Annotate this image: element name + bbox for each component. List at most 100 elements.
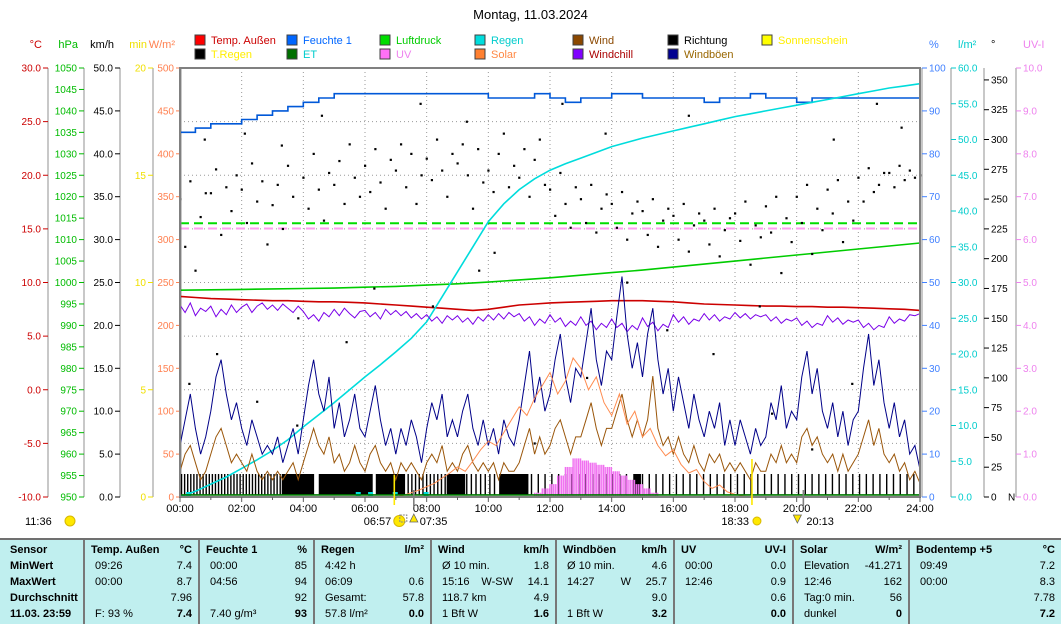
stats-col-title: Feuchte 1 bbox=[206, 544, 257, 556]
wind-direction-dot bbox=[688, 115, 690, 117]
stats-cell-value: 0 bbox=[896, 608, 902, 620]
wind-direction-dot bbox=[313, 153, 315, 155]
wind-direction-dot bbox=[631, 212, 633, 214]
stats-cell-value: -41.271 bbox=[865, 560, 902, 572]
axis-tick-label: 1040 bbox=[55, 106, 78, 117]
stats-cell-label: 1 Bft W bbox=[438, 608, 478, 620]
wind-direction-dot bbox=[230, 210, 232, 212]
wind-direction-dot bbox=[544, 184, 546, 186]
wind-direction-dot bbox=[266, 243, 268, 245]
stats-cell-label: dunkel bbox=[800, 608, 836, 620]
wind-direction-dot bbox=[771, 413, 773, 415]
stats-cell-row: 00:008.7 bbox=[91, 574, 192, 590]
stats-col-header: UVUV-I bbox=[681, 542, 786, 558]
wind-direction-dot bbox=[225, 186, 227, 188]
wind-direction-dot bbox=[246, 222, 248, 224]
wind-direction-dot bbox=[806, 184, 808, 186]
wind-direction-dot bbox=[457, 162, 459, 164]
axis-tick-label: 15.0 bbox=[958, 385, 978, 396]
stats-cell-label: Ø 10 min. bbox=[438, 560, 490, 572]
wind-direction-dot bbox=[205, 192, 207, 194]
wind-direction-dot bbox=[420, 103, 422, 105]
wind-direction-dot bbox=[477, 148, 479, 150]
axis-tick-label: 150 bbox=[157, 364, 174, 375]
stats-cell-label: 57.8 l/m² bbox=[321, 608, 368, 620]
wind-direction-dot bbox=[508, 186, 510, 188]
wind-direction-dot bbox=[827, 189, 829, 191]
wind-direction-dot bbox=[554, 215, 556, 217]
wind-direction-dot bbox=[472, 208, 474, 210]
stats-cell-row: 0.6 bbox=[681, 590, 786, 606]
axis-tick-label: 80 bbox=[929, 149, 941, 160]
stats-cell-label: 00:00 bbox=[916, 576, 948, 588]
axis-header: l/m² bbox=[958, 39, 977, 51]
stats-cell-row: dunkel 0 bbox=[800, 606, 902, 622]
stats-cell-row: 12:46 162 bbox=[800, 574, 902, 590]
stats-col-title: UV bbox=[681, 544, 696, 556]
axis-tick-label: 0 bbox=[168, 493, 174, 504]
stats-cell-row: 1 Bft W3.2 bbox=[563, 606, 667, 622]
stats-row-label: MinWert bbox=[6, 560, 53, 572]
x-axis-label: 08:00 bbox=[413, 503, 441, 515]
wind-direction-dot bbox=[606, 193, 608, 195]
wind-direction-dot bbox=[426, 158, 428, 160]
wind-direction-dot bbox=[216, 353, 218, 355]
stats-col-title: Bodentemp +5 bbox=[916, 544, 992, 556]
stats-col-solar: SolarW/m²Elevation-41.27112:46162Tag:0 m… bbox=[792, 540, 908, 624]
wind-direction-dot bbox=[390, 159, 392, 161]
wind-direction-dot bbox=[914, 177, 916, 179]
axis-tick-label: 950 bbox=[60, 493, 77, 504]
wind-direction-dot bbox=[821, 229, 823, 231]
axis-tick-label: 0.0 bbox=[99, 493, 113, 504]
stats-cell-row: 09:497.2 bbox=[916, 558, 1055, 574]
axis-tick-label: 10.0 bbox=[22, 278, 42, 289]
axis-tick-label: 25 bbox=[991, 463, 1003, 474]
wind-direction-dot bbox=[868, 167, 870, 169]
stats-cell-value: 162 bbox=[884, 576, 902, 588]
wind-direction-dot bbox=[364, 165, 366, 167]
wind-direction-dot bbox=[852, 220, 854, 222]
sunrise-time: 06:57 bbox=[364, 516, 392, 528]
stats-cell-row: 15:16W-SW14.1 bbox=[438, 574, 549, 590]
stats-row-header: 11.03. 23:59 bbox=[6, 606, 77, 622]
stats-col-title: Windböen bbox=[563, 544, 616, 556]
stats-cell-value: 25.7 bbox=[637, 576, 667, 588]
stats-cell-value: 14.1 bbox=[519, 576, 549, 588]
axis-tick-label: 200 bbox=[157, 321, 174, 332]
wind-direction-dot bbox=[338, 160, 340, 162]
legend-label: Wind bbox=[589, 35, 614, 47]
wind-direction-dot bbox=[570, 227, 572, 229]
axis-tick-label: 400 bbox=[157, 149, 174, 160]
stats-col-unit: % bbox=[297, 544, 307, 556]
stats-cell-value: 8.7 bbox=[177, 576, 192, 588]
sensor-stats-table: SensorMinWertMaxWertDurchschnitt11.03. 2… bbox=[0, 538, 1061, 624]
wind-direction-dot bbox=[888, 172, 890, 174]
wind-direction-dot bbox=[595, 231, 597, 233]
axis-tick-label: 10 bbox=[135, 278, 147, 289]
axis-tick-label: 1050 bbox=[55, 64, 78, 75]
wind-direction-dot bbox=[909, 169, 911, 171]
stats-cell-value: 7.4 bbox=[177, 560, 192, 572]
wind-direction-dot bbox=[432, 305, 434, 307]
stats-cell-label: 14:27 bbox=[563, 576, 595, 588]
legend-label: Windchill bbox=[589, 49, 633, 61]
wind-direction-dot bbox=[328, 172, 330, 174]
stats-cell-row: 7.2 bbox=[916, 606, 1055, 622]
wind-direction-dot bbox=[712, 353, 714, 355]
stats-cell-label: Gesamt: bbox=[321, 592, 367, 604]
axis-tick-label: 965 bbox=[60, 428, 77, 439]
stats-cell-label: 12:46 bbox=[800, 576, 832, 588]
legend-label: Sonnenschein bbox=[778, 35, 848, 47]
moonrise-arrow-icon bbox=[410, 514, 418, 522]
stats-cell-label: 15:16 bbox=[438, 576, 470, 588]
weather-day-chart-page: Montag, 11.03.2024 °C-10.0-5.00.05.010.0… bbox=[0, 0, 1061, 624]
stats-col-title: Temp. Außen bbox=[91, 544, 159, 556]
stats-cell-label: 00:00 bbox=[681, 560, 713, 572]
wind-direction-dot bbox=[431, 179, 433, 181]
axis-tick-label: 40 bbox=[929, 321, 941, 332]
axis-tick-label: 10 bbox=[929, 450, 941, 461]
wind-direction-dot bbox=[523, 148, 525, 150]
wind-direction-dot bbox=[883, 172, 885, 174]
stats-cell-value: 0.6 bbox=[771, 592, 786, 604]
wind-direction-dot bbox=[539, 139, 541, 141]
